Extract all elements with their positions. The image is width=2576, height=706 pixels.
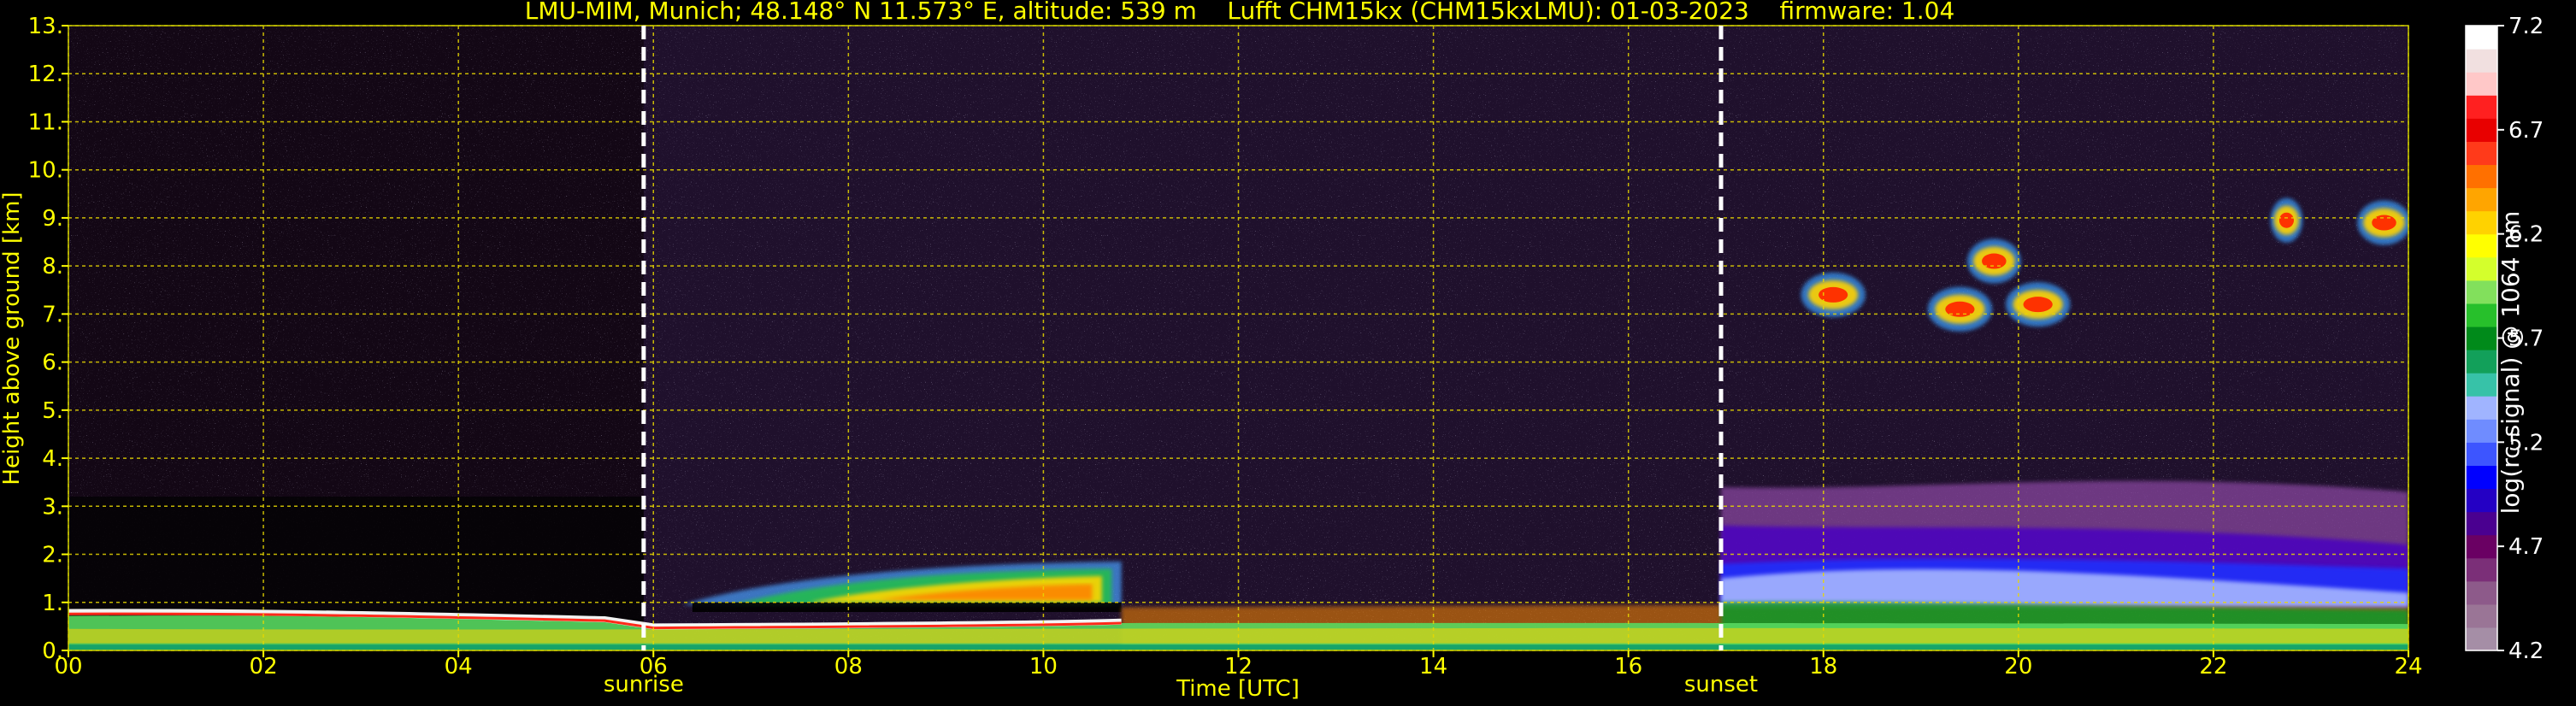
y-tick-label: 7. <box>42 302 63 327</box>
y-tick-label: 10. <box>28 158 63 184</box>
x-axis: 00 02 04 06 08 10 12 14 16 18 20 22 24 <box>54 650 2423 680</box>
y-tick-label: 6. <box>42 350 63 376</box>
x-tick-label: 16 <box>1614 654 1642 680</box>
y-tick-label: 1. <box>42 591 63 616</box>
colorbar-segment <box>2466 95 2497 119</box>
x-tick-label: 04 <box>445 654 473 680</box>
colorbar-segment <box>2466 627 2497 651</box>
cirrus-core <box>2023 297 2053 313</box>
x-tick-label: 18 <box>1809 654 1837 680</box>
x-tick-label: 14 <box>1419 654 1447 680</box>
colorbar-segment <box>2466 256 2497 281</box>
colorbar-segment <box>2466 233 2497 258</box>
y-tick-label: 3. <box>42 494 63 520</box>
colorbar-segment <box>2466 603 2497 628</box>
x-tick-label: 10 <box>1029 654 1058 680</box>
title-block: LMU-MIM, Munich; 48.148° N 11.573° E, al… <box>525 0 1955 25</box>
y-tick-label: 9. <box>42 206 63 232</box>
y-tick-label: 5. <box>42 398 63 424</box>
colorbar-segment <box>2466 164 2497 189</box>
colorbar-segment <box>2466 210 2497 235</box>
y-tick-label: 4. <box>42 446 63 472</box>
heatmap-layer <box>68 26 2408 650</box>
colorbar-segment <box>2466 279 2497 304</box>
x-tick-label: 02 <box>250 654 278 680</box>
colorbar-segment <box>2466 396 2497 420</box>
y-tick-label: 8. <box>42 254 63 279</box>
colorbar-segment <box>2466 49 2497 73</box>
colorbar-segment <box>2466 141 2497 166</box>
colorbar-segment <box>2466 118 2497 142</box>
colorbar-segment <box>2466 580 2497 605</box>
x-tick-label: 06 <box>640 654 668 680</box>
colorbar-segment <box>2466 465 2497 490</box>
y-tick-label: 2. <box>42 543 63 568</box>
colorbar-segment <box>2466 488 2497 513</box>
colorbar-segment <box>2466 534 2497 559</box>
colorbar-segment <box>2466 187 2497 212</box>
colorbar-segment <box>2466 326 2497 350</box>
y-axis-label: Height above ground [km] <box>0 191 25 485</box>
chart-title: LMU-MIM, Munich; 48.148° N 11.573° E, al… <box>525 0 1955 25</box>
y-tick-label: 11. <box>28 109 63 135</box>
colorbar-segment <box>2466 442 2497 467</box>
x-tick-label: 08 <box>834 654 863 680</box>
colorbar-tick-label: 4.7 <box>2508 534 2544 560</box>
colorbar-segment <box>2466 511 2497 536</box>
colorbar-tick-label: 7.2 <box>2508 14 2544 39</box>
colorbar-segment <box>2466 350 2497 374</box>
event-label-sunset: sunset <box>1684 672 1758 697</box>
colorbar-segment <box>2466 557 2497 582</box>
x-tick-label: 20 <box>2004 654 2032 680</box>
colorbar-tick-label: 4.2 <box>2508 638 2544 664</box>
ceilometer-chart: LMU-MIM, Munich; 48.148° N 11.573° E, al… <box>0 0 2544 702</box>
y-tick-label: 13. <box>28 14 63 39</box>
cirrus-core <box>2278 212 2295 228</box>
y-tick-label: 12. <box>28 62 63 87</box>
x-tick-label: 24 <box>2394 654 2422 680</box>
colorbar-segment <box>2466 303 2497 327</box>
y-axis: 0. 1. 2. 3. 4. 5. 6. 7. 8. 9. 10. 11. 12. 13. <box>28 14 68 664</box>
colorbar-segment <box>2466 26 2497 50</box>
colorbar-segment <box>2466 419 2497 443</box>
y-tick-label: 0. <box>42 638 63 664</box>
x-tick-label: 22 <box>2199 654 2227 680</box>
x-axis-label: Time [UTC] <box>1176 676 1300 702</box>
colorbar-segment <box>2466 72 2497 96</box>
colorbar-label: log(rc-signal) @ 1064 nm <box>2496 211 2525 515</box>
cbl-dark-gap <box>692 602 1122 613</box>
colorbar-tick-label: 6.7 <box>2508 118 2544 144</box>
plot-area <box>68 26 2408 650</box>
colorbar-segment <box>2466 373 2497 397</box>
